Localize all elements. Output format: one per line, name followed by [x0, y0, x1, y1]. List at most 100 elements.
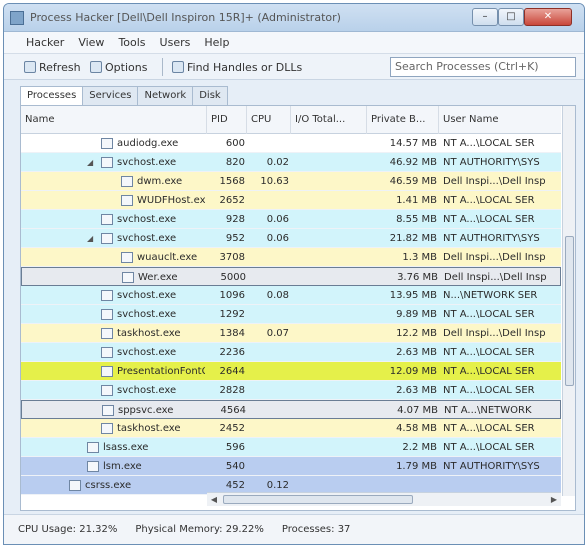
process-icon	[101, 366, 113, 377]
cpu-cell: 0.06	[266, 233, 289, 244]
pid-cell: 1384	[219, 328, 245, 339]
tree-expander-icon[interactable]: ◢	[87, 229, 93, 248]
scroll-left-arrow-icon[interactable]: ◀	[208, 494, 220, 505]
process-row[interactable]: audiodg.exe 600 14.57 MB NT A...\LOCAL SER	[21, 134, 561, 153]
cpu-cell	[248, 268, 290, 287]
column-header-private-bytes[interactable]: Private B...	[367, 106, 439, 134]
process-icon	[101, 347, 113, 358]
column-header-io[interactable]: I/O Total...	[291, 106, 367, 134]
user-name-cell: NT AUTHORITY\SYS	[443, 461, 540, 472]
process-name-cell: svchost.exe	[117, 385, 177, 396]
tab-services[interactable]: Services	[82, 86, 139, 106]
cpu-cell	[247, 134, 289, 153]
process-icon	[122, 272, 134, 283]
process-row[interactable]: svchost.exe 1096 0.08 13.95 MB N...\NETWORK …	[21, 286, 561, 305]
process-icon	[101, 157, 113, 168]
cpu-cell: 10.63	[260, 176, 289, 187]
column-header-cpu[interactable]: CPU	[247, 106, 291, 134]
process-row[interactable]: svchost.exe 2828 2.63 MB NT A...\LOCAL SER	[21, 381, 561, 400]
process-row[interactable]: WUDFHost.exe 2652 1.41 MB NT A...\LOCAL SER	[21, 191, 561, 210]
pid-cell: 820	[225, 157, 245, 168]
menu-tools[interactable]: Tools	[118, 36, 145, 49]
process-rows: audiodg.exe 600 14.57 MB NT A...\LOCAL SER ◢…	[21, 134, 561, 495]
cpu-cell	[247, 191, 289, 210]
process-name-cell: lsass.exe	[103, 442, 149, 453]
vertical-scroll-thumb[interactable]	[565, 236, 574, 386]
process-row[interactable]: ◢ svchost.exe 952 0.06 21.82 MB NT AUTHORITY\…	[21, 229, 561, 248]
column-header-user-name[interactable]: User Name	[439, 106, 561, 134]
menu-help[interactable]: Help	[204, 36, 229, 49]
process-row[interactable]: wuauclt.exe 3708 1.3 MB Dell Inspi...\Dell …	[21, 248, 561, 267]
vertical-scrollbar[interactable]	[562, 106, 575, 496]
process-hacker-window: Process Hacker [Dell\Dell Inspiron 15R]+…	[3, 3, 585, 545]
process-row[interactable]: dwm.exe 1568 10.63 46.59 MB Dell Inspi...\De…	[21, 172, 561, 191]
process-row[interactable]: svchost.exe 928 0.06 8.55 MB NT A...\LOCAL S…	[21, 210, 561, 229]
pid-cell: 5000	[220, 272, 246, 283]
options-button[interactable]: Options	[90, 58, 147, 76]
menu-hacker[interactable]: Hacker	[26, 36, 64, 49]
process-icon	[102, 405, 114, 416]
io-total-cell	[291, 343, 365, 362]
tab-strip: Processes Services Network Disk	[20, 86, 228, 106]
pid-cell: 2644	[219, 366, 245, 377]
process-row[interactable]: Wer.exe 5000 3.76 MB Dell Inspi...\Dell Ins…	[21, 267, 561, 286]
private-bytes-cell: 12.2 MB	[396, 328, 437, 339]
process-row[interactable]: ◢ svchost.exe 820 0.02 46.92 MB NT AUTHORITY\…	[21, 153, 561, 172]
minimize-button[interactable]: –	[472, 8, 498, 26]
process-row[interactable]: lsass.exe 596 2.2 MB NT A...\LOCAL SER	[21, 438, 561, 457]
process-icon	[87, 461, 99, 472]
process-name-cell: WUDFHost.exe	[137, 195, 205, 206]
tab-disk[interactable]: Disk	[192, 86, 228, 106]
tab-processes[interactable]: Processes	[20, 86, 84, 106]
user-name-cell: NT A...\LOCAL SER	[443, 195, 535, 206]
maximize-button[interactable]: □	[498, 8, 524, 26]
close-button[interactable]: ✕	[524, 8, 572, 26]
process-name-cell: audiodg.exe	[117, 138, 179, 149]
cpu-usage-status: CPU Usage: 21.32%	[18, 524, 118, 535]
private-bytes-cell: 46.92 MB	[389, 157, 437, 168]
io-total-cell	[291, 286, 365, 305]
find-handles-button[interactable]: Find Handles or DLLs	[170, 57, 388, 77]
process-row[interactable]: taskhost.exe 2452 4.58 MB NT A...\LOCAL SER	[21, 419, 561, 438]
process-row[interactable]: lsm.exe 540 1.79 MB NT AUTHORITY\SYS	[21, 457, 561, 476]
private-bytes-cell: 1.41 MB	[396, 195, 437, 206]
pid-cell: 928	[225, 214, 245, 225]
column-header-name[interactable]: Name	[21, 106, 207, 134]
pid-cell: 2652	[219, 195, 245, 206]
process-name-cell: taskhost.exe	[117, 328, 181, 339]
menu-view[interactable]: View	[78, 36, 104, 49]
process-name-cell: PresentationFontC...	[117, 366, 205, 377]
private-bytes-cell: 4.58 MB	[396, 423, 437, 434]
horizontal-scrollbar[interactable]: ◀ ▶	[207, 492, 561, 506]
tab-network[interactable]: Network	[137, 86, 194, 106]
process-row[interactable]: taskhost.exe 1384 0.07 12.2 MB Dell Inspi...…	[21, 324, 561, 343]
user-name-cell: Dell Inspi...\Dell Insp	[444, 272, 547, 283]
tree-expander-icon[interactable]: ◢	[87, 153, 93, 172]
pid-cell: 600	[225, 138, 245, 149]
user-name-cell: NT A...\LOCAL SER	[443, 138, 535, 149]
horizontal-scroll-thumb[interactable]	[223, 495, 413, 504]
process-name-cell: svchost.exe	[117, 309, 177, 320]
process-icon	[121, 176, 133, 187]
pid-cell: 1568	[219, 176, 245, 187]
scroll-right-arrow-icon[interactable]: ▶	[548, 494, 560, 505]
user-name-cell: NT A...\LOCAL SER	[443, 442, 535, 453]
process-name-cell: svchost.exe	[117, 157, 177, 168]
process-row[interactable]: PresentationFontC... 2644 12.09 MB NT A...\…	[21, 362, 561, 381]
user-name-cell: NT A...\LOCAL SER	[443, 214, 535, 225]
process-row[interactable]: svchost.exe 2236 2.63 MB NT A...\LOCAL SER	[21, 343, 561, 362]
process-row[interactable]: sppsvc.exe 4564 4.07 MB NT A...\NETWORK	[21, 400, 561, 419]
search-processes-input[interactable]: Search Processes (Ctrl+K)	[390, 57, 576, 77]
cpu-cell	[247, 419, 289, 438]
io-total-cell	[291, 419, 365, 438]
title-bar[interactable]: Process Hacker [Dell\Dell Inspiron 15R]+…	[4, 4, 584, 32]
refresh-button[interactable]: Refresh	[24, 58, 81, 76]
options-label: Options	[105, 60, 148, 74]
process-name-cell: dwm.exe	[137, 176, 183, 187]
column-header-pid[interactable]: PID	[207, 106, 247, 134]
process-name-cell: Wer.exe	[138, 272, 178, 283]
menu-users[interactable]: Users	[160, 36, 191, 49]
cpu-cell	[247, 438, 289, 457]
process-row[interactable]: svchost.exe 1292 9.89 MB NT A...\LOCAL SER	[21, 305, 561, 324]
private-bytes-cell: 14.57 MB	[389, 138, 437, 149]
